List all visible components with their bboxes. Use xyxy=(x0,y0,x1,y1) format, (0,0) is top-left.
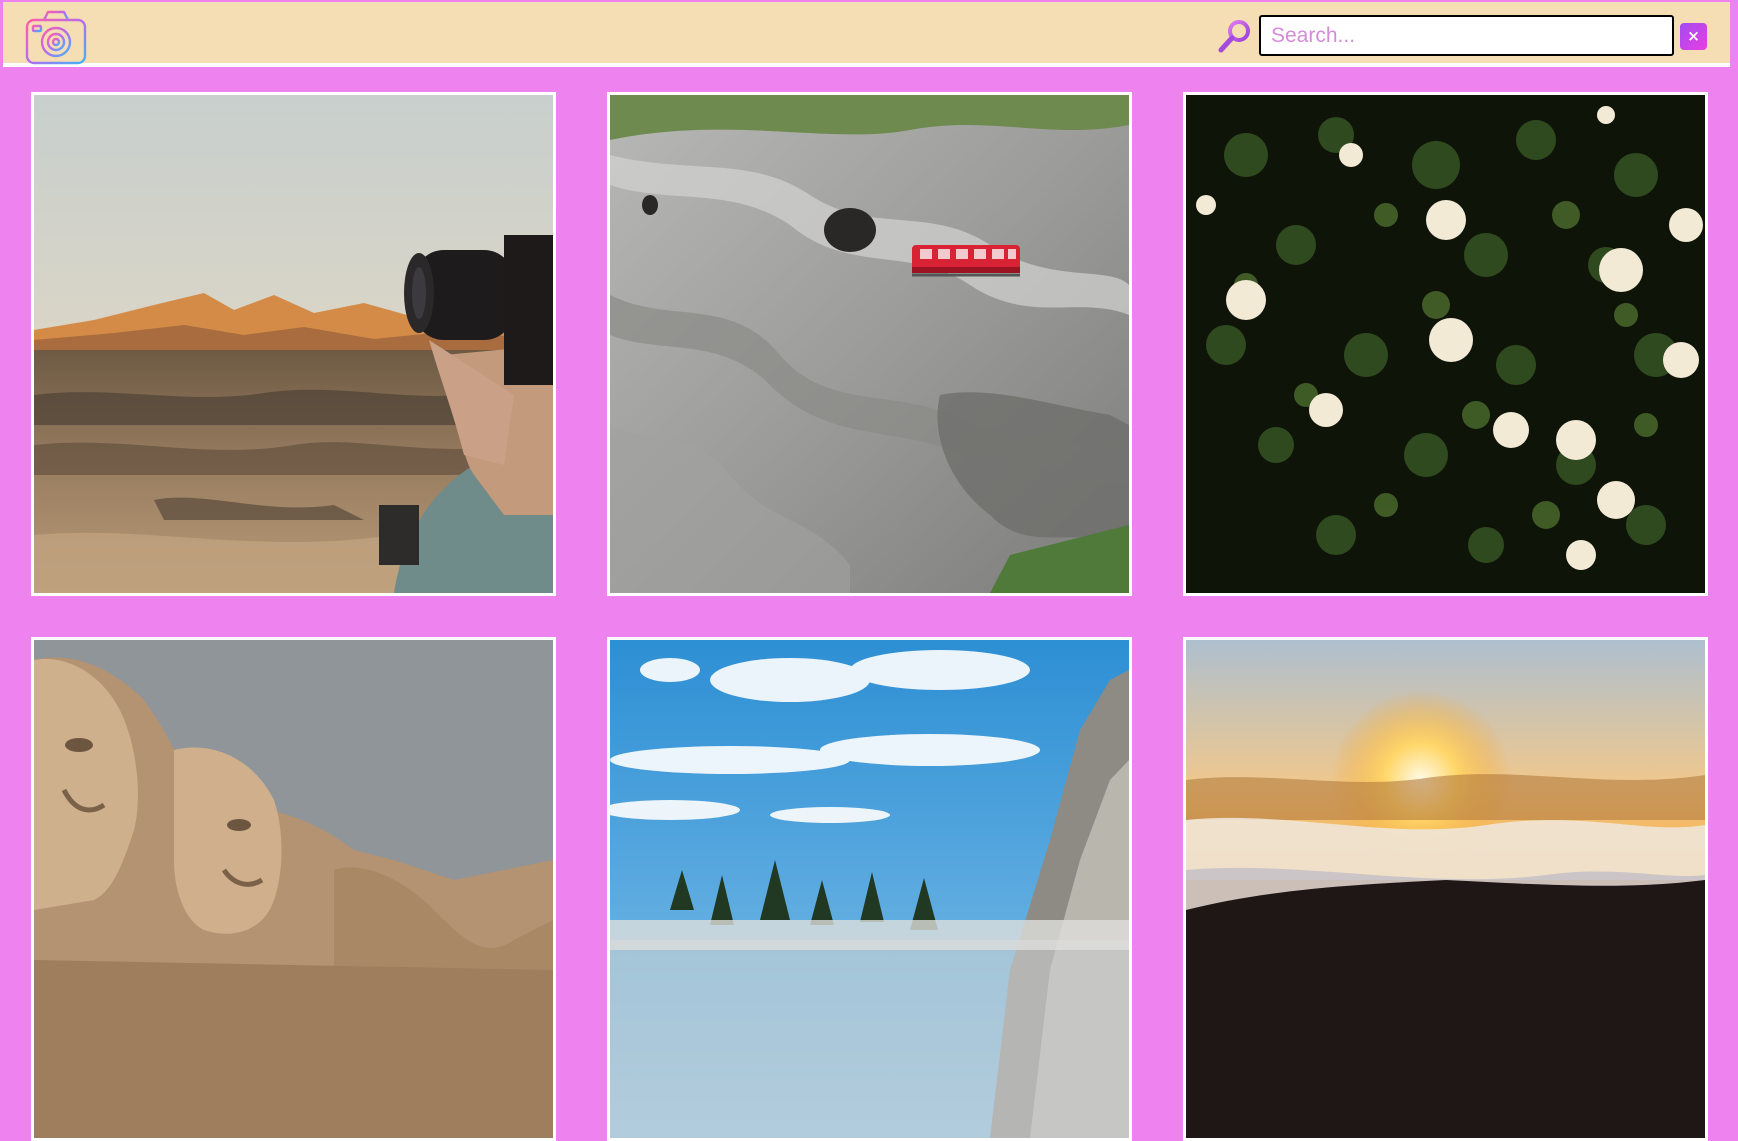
sunset-image xyxy=(1186,640,1705,1138)
photo-card[interactable] xyxy=(607,637,1132,1141)
photo-card[interactable] xyxy=(31,92,556,596)
search-input[interactable] xyxy=(1259,15,1674,56)
flowers-image xyxy=(1186,95,1705,593)
photo-card[interactable] xyxy=(1183,92,1708,596)
desert-photographer-image xyxy=(34,95,553,593)
mountain-sky-image xyxy=(610,640,1129,1138)
photo-card[interactable] xyxy=(31,637,556,1141)
rushmore-image xyxy=(34,640,553,1138)
magnifier-icon[interactable] xyxy=(1217,18,1253,54)
clear-search-button[interactable]: × xyxy=(1680,23,1707,50)
photo-card[interactable] xyxy=(607,92,1132,596)
cliff-train-image xyxy=(610,95,1129,593)
camera-icon[interactable] xyxy=(24,8,88,66)
top-header: × xyxy=(3,2,1730,67)
photo-card[interactable] xyxy=(1183,637,1708,1141)
